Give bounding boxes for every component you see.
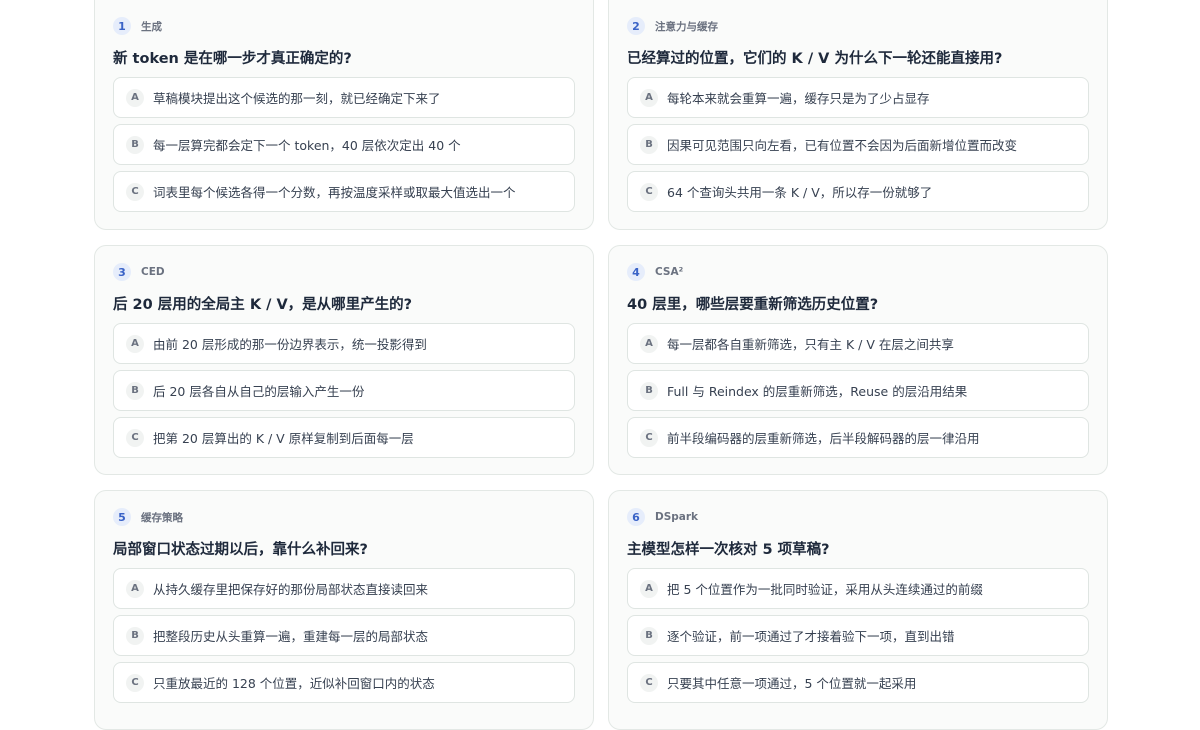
option-letter-badge: A — [640, 579, 658, 598]
option-text: 草稿模块提出这个候选的那一刻，就已经确定下来了 — [153, 91, 441, 106]
options-list: A 把 5 个位置作为一批同时验证，采用从头连续通过的前缀 B 逐个验证，前一项… — [627, 568, 1089, 709]
option-text: 只要其中任意一项通过，5 个位置就一起采用 — [667, 676, 917, 691]
question-number-badge: 1 — [113, 17, 131, 35]
card-meta: 5 缓存策略 — [113, 508, 183, 526]
option-letter-badge: B — [126, 135, 144, 154]
option-a[interactable]: A 每一层都各自重新筛选，只有主 K / V 在层之间共享 — [627, 323, 1089, 364]
topic-tag: CSA² — [655, 266, 684, 278]
option-letter-badge: B — [640, 135, 658, 154]
quiz-card-5: 5 缓存策略 局部窗口状态过期以后，靠什么补回来? A 从持久缓存里把保存好的那… — [94, 490, 594, 730]
option-letter-badge: A — [126, 88, 144, 107]
option-letter-badge: C — [126, 428, 144, 447]
option-c[interactable]: C 只要其中任意一项通过，5 个位置就一起采用 — [627, 662, 1089, 703]
option-letter-badge: A — [126, 579, 144, 598]
question-text: 新 token 是在哪一步才真正确定的? — [113, 51, 352, 67]
card-meta: 1 生成 — [113, 17, 162, 35]
question-text: 局部窗口状态过期以后，靠什么补回来? — [113, 542, 368, 558]
option-letter-badge: A — [126, 334, 144, 353]
option-a[interactable]: A 草稿模块提出这个候选的那一刻，就已经确定下来了 — [113, 77, 575, 118]
option-c[interactable]: C 只重放最近的 128 个位置，近似补回窗口内的状态 — [113, 662, 575, 703]
quiz-card-3: 3 CED 后 20 层用的全局主 K / V，是从哪里产生的? A 由前 20… — [94, 245, 594, 475]
option-text: 词表里每个候选各得一个分数，再按温度采样或取最大值选出一个 — [153, 185, 516, 200]
option-letter-badge: B — [640, 381, 658, 400]
option-a[interactable]: A 把 5 个位置作为一批同时验证，采用从头连续通过的前缀 — [627, 568, 1089, 609]
question-number-badge: 2 — [627, 17, 645, 35]
option-text: 把第 20 层算出的 K / V 原样复制到后面每一层 — [153, 431, 414, 446]
option-text: 64 个查询头共用一条 K / V，所以存一份就够了 — [667, 185, 933, 200]
option-text: 把 5 个位置作为一批同时验证，采用从头连续通过的前缀 — [667, 582, 983, 597]
options-list: A 由前 20 层形成的那一份边界表示，统一投影得到 B 后 20 层各自从自己… — [113, 323, 575, 464]
option-letter-badge: C — [640, 673, 658, 692]
option-text: 后 20 层各自从自己的层输入产生一份 — [153, 384, 365, 399]
question-number-badge: 3 — [113, 263, 131, 281]
topic-tag: CED — [141, 266, 165, 278]
option-letter-badge: C — [640, 428, 658, 447]
option-letter-badge: B — [126, 626, 144, 645]
card-meta: 6 DSpark — [627, 508, 698, 526]
option-b[interactable]: B 逐个验证，前一项通过了才接着验下一项，直到出错 — [627, 615, 1089, 656]
option-letter-badge: A — [640, 334, 658, 353]
card-meta: 2 注意力与缓存 — [627, 17, 718, 35]
topic-tag: 缓存策略 — [141, 511, 183, 524]
quiz-card-1: 1 生成 新 token 是在哪一步才真正确定的? A 草稿模块提出这个候选的那… — [94, 0, 594, 230]
topic-tag: 注意力与缓存 — [655, 20, 718, 33]
option-letter-badge: C — [126, 182, 144, 201]
option-a[interactable]: A 由前 20 层形成的那一份边界表示，统一投影得到 — [113, 323, 575, 364]
option-b[interactable]: B 因果可见范围只向左看，已有位置不会因为后面新增位置而改变 — [627, 124, 1089, 165]
quiz-card-6: 6 DSpark 主模型怎样一次核对 5 项草稿? A 把 5 个位置作为一批同… — [608, 490, 1108, 730]
option-b[interactable]: B 把整段历史从头重算一遍，重建每一层的局部状态 — [113, 615, 575, 656]
option-letter-badge: B — [640, 626, 658, 645]
option-text: 前半段编码器的层重新筛选，后半段解码器的层一律沿用 — [667, 431, 980, 446]
option-text: 每轮本来就会重算一遍，缓存只是为了少占显存 — [667, 91, 930, 106]
options-list: A 草稿模块提出这个候选的那一刻，就已经确定下来了 B 每一层算完都会定下一个 … — [113, 77, 575, 218]
option-a[interactable]: A 每轮本来就会重算一遍，缓存只是为了少占显存 — [627, 77, 1089, 118]
option-text: 每一层都各自重新筛选，只有主 K / V 在层之间共享 — [667, 337, 954, 352]
option-b[interactable]: B 后 20 层各自从自己的层输入产生一份 — [113, 370, 575, 411]
question-number-badge: 6 — [627, 508, 645, 526]
option-text: 每一层算完都会定下一个 token，40 层依次定出 40 个 — [153, 138, 461, 153]
question-text: 主模型怎样一次核对 5 项草稿? — [627, 542, 830, 558]
options-list: A 每轮本来就会重算一遍，缓存只是为了少占显存 B 因果可见范围只向左看，已有位… — [627, 77, 1089, 218]
option-c[interactable]: C 64 个查询头共用一条 K / V，所以存一份就够了 — [627, 171, 1089, 212]
options-list: A 每一层都各自重新筛选，只有主 K / V 在层之间共享 B Full 与 R… — [627, 323, 1089, 464]
option-b[interactable]: B Full 与 Reindex 的层重新筛选，Reuse 的层沿用结果 — [627, 370, 1089, 411]
question-text: 后 20 层用的全局主 K / V，是从哪里产生的? — [113, 297, 413, 313]
card-meta: 3 CED — [113, 263, 165, 281]
option-text: 把整段历史从头重算一遍，重建每一层的局部状态 — [153, 629, 429, 644]
option-text: 因果可见范围只向左看，已有位置不会因为后面新增位置而改变 — [667, 138, 1018, 153]
option-a[interactable]: A 从持久缓存里把保存好的那份局部状态直接读回来 — [113, 568, 575, 609]
question-text: 40 层里，哪些层要重新筛选历史位置? — [627, 297, 879, 313]
question-text: 已经算过的位置，它们的 K / V 为什么下一轮还能直接用? — [627, 51, 1003, 67]
option-text: 逐个验证，前一项通过了才接着验下一项，直到出错 — [667, 629, 955, 644]
option-text: Full 与 Reindex 的层重新筛选，Reuse 的层沿用结果 — [667, 384, 968, 399]
option-letter-badge: C — [640, 182, 658, 201]
question-number-badge: 5 — [113, 508, 131, 526]
option-letter-badge: C — [126, 673, 144, 692]
option-text: 只重放最近的 128 个位置，近似补回窗口内的状态 — [153, 676, 435, 691]
topic-tag: 生成 — [141, 20, 162, 33]
option-b[interactable]: B 每一层算完都会定下一个 token，40 层依次定出 40 个 — [113, 124, 575, 165]
option-letter-badge: B — [126, 381, 144, 400]
topic-tag: DSpark — [655, 511, 699, 523]
option-c[interactable]: C 前半段编码器的层重新筛选，后半段解码器的层一律沿用 — [627, 417, 1089, 458]
options-list: A 从持久缓存里把保存好的那份局部状态直接读回来 B 把整段历史从头重算一遍，重… — [113, 568, 575, 709]
option-text: 从持久缓存里把保存好的那份局部状态直接读回来 — [153, 582, 429, 597]
quiz-card-2: 2 注意力与缓存 已经算过的位置，它们的 K / V 为什么下一轮还能直接用? … — [608, 0, 1108, 230]
option-c[interactable]: C 把第 20 层算出的 K / V 原样复制到后面每一层 — [113, 417, 575, 458]
option-text: 由前 20 层形成的那一份边界表示，统一投影得到 — [153, 337, 427, 352]
card-meta: 4 CSA² — [627, 263, 683, 281]
option-c[interactable]: C 词表里每个候选各得一个分数，再按温度采样或取最大值选出一个 — [113, 171, 575, 212]
question-number-badge: 4 — [627, 263, 645, 281]
quiz-grid: 1 生成 新 token 是在哪一步才真正确定的? A 草稿模块提出这个候选的那… — [0, 0, 1200, 730]
option-letter-badge: A — [640, 88, 658, 107]
quiz-card-4: 4 CSA² 40 层里，哪些层要重新筛选历史位置? A 每一层都各自重新筛选，… — [608, 245, 1108, 475]
